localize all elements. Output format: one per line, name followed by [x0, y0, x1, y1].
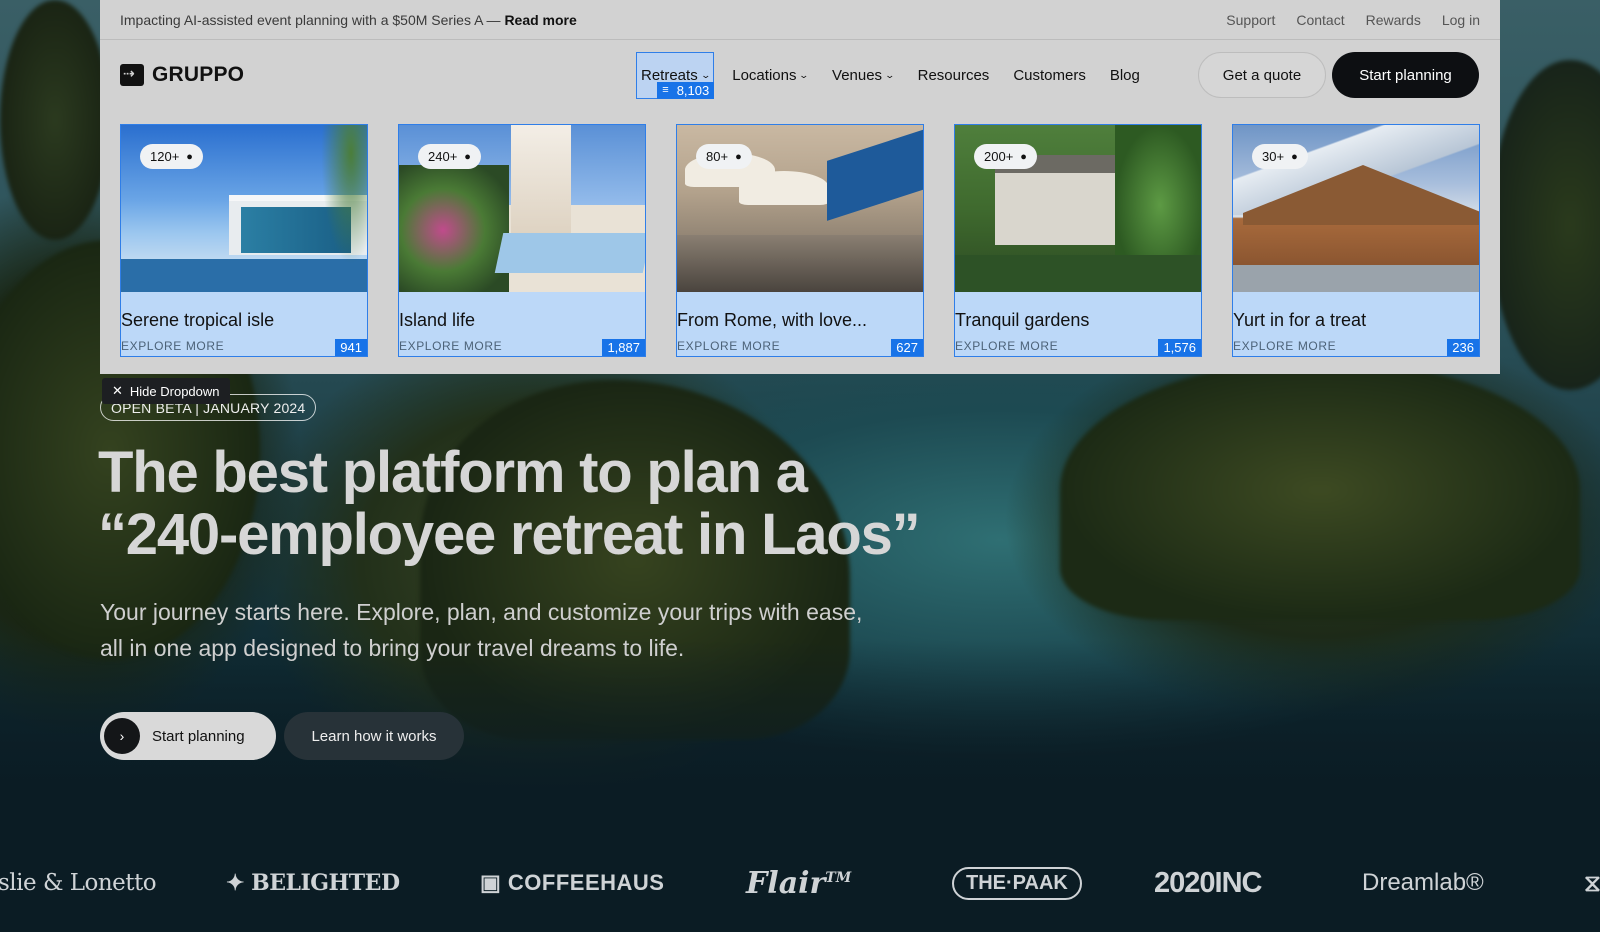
- start-planning-nav-button[interactable]: Start planning: [1332, 52, 1479, 98]
- retreat-image: 80+ ●: [677, 125, 923, 292]
- retreat-image: 30+ ●: [1233, 125, 1479, 292]
- capacity-value: 240+: [428, 149, 458, 164]
- brand-logo[interactable]: GRUPPO: [120, 63, 244, 87]
- announcement-message: Impacting AI-assisted event planning wit…: [120, 11, 505, 28]
- person-icon: ●: [464, 150, 471, 163]
- nav-item-retreats[interactable]: Retreats ⌄ ≡ 8,103: [636, 51, 715, 99]
- capacity-value: 200+: [984, 149, 1014, 164]
- capacity-value: 30+: [1262, 149, 1285, 164]
- learn-how-it-works-button[interactable]: Learn how it works: [284, 712, 464, 760]
- client-logo: slie & Lonetto: [0, 870, 157, 896]
- contact-link[interactable]: Contact: [1296, 12, 1344, 28]
- person-icon: ●: [1020, 150, 1027, 163]
- explore-more-link[interactable]: EXPLORE MORE: [1233, 339, 1336, 353]
- chevron-down-icon: ⌄: [700, 69, 711, 80]
- headline-line-1: The best platform to plan a: [98, 440, 808, 505]
- header-panel: Impacting AI-assisted event planning wit…: [100, 0, 1500, 374]
- retreat-count-badge: 1,887: [602, 339, 645, 356]
- capacity-badge: 80+ ●: [696, 144, 752, 169]
- capacity-value: 120+: [150, 149, 180, 164]
- nav-label-venues: Venues: [832, 66, 883, 84]
- retreats-dropdown: 120+ ● Serene tropical isle EXPLORE MORE…: [120, 124, 1480, 357]
- capacity-badge: 200+ ●: [974, 144, 1037, 169]
- explore-more-link[interactable]: EXPLORE MORE: [399, 339, 502, 353]
- nav-item-customers[interactable]: Customers: [1013, 67, 1086, 84]
- hide-dropdown-label: Hide Dropdown: [129, 383, 220, 399]
- close-icon: ✕: [112, 383, 123, 398]
- retreat-image: 200+ ●: [955, 125, 1201, 292]
- rewards-link[interactable]: Rewards: [1366, 12, 1421, 28]
- retreat-title: Yurt in for a treat: [1233, 310, 1367, 330]
- read-more-link[interactable]: Read more: [504, 12, 576, 28]
- retreat-image: 240+ ●: [399, 125, 645, 292]
- list-icon: ≡: [662, 84, 669, 96]
- main-nav: GRUPPO Retreats ⌄ ≡ 8,103 Locations ⌄ Ve…: [100, 40, 1500, 110]
- chevron-down-icon: ⌄: [798, 69, 810, 80]
- bag-icon: ▣: [480, 870, 502, 895]
- nav-item-locations[interactable]: Locations ⌄: [732, 66, 810, 84]
- nav-item-resources[interactable]: Resources: [918, 67, 990, 84]
- retreat-title: From Rome, with love...: [677, 310, 868, 330]
- person-icon: ●: [1291, 150, 1298, 163]
- retreat-count-badge: 627: [891, 339, 923, 356]
- retreat-count-badge: 236: [1447, 339, 1479, 356]
- retreats-count-badge: ≡ 8,103: [657, 81, 715, 99]
- explore-more-link[interactable]: EXPLORE MORE: [955, 339, 1058, 353]
- chevron-down-icon: ⌄: [884, 69, 896, 80]
- client-logo: Dreamlab®: [1362, 869, 1484, 896]
- hero-subtext: Your journey starts here. Explore, plan,…: [100, 599, 863, 661]
- announcement-bar: Impacting AI-assisted event planning wit…: [100, 0, 1500, 40]
- explore-more-link[interactable]: EXPLORE MORE: [677, 339, 780, 353]
- explore-more-link[interactable]: EXPLORE MORE: [121, 339, 224, 353]
- retreats-count: 8,103: [676, 82, 710, 98]
- gruppo-logo-icon: [120, 64, 144, 86]
- sparkle-icon: ✦: [226, 870, 244, 896]
- login-link[interactable]: Log in: [1442, 12, 1480, 28]
- retreat-card[interactable]: 240+ ● Island life EXPLORE MORE 1,887: [398, 124, 646, 357]
- retreat-count-badge: 941: [335, 339, 367, 356]
- client-logo: THE·PAAK: [952, 866, 1082, 900]
- nav-label-customers: Customers: [1013, 66, 1086, 84]
- capacity-badge: 30+ ●: [1252, 144, 1308, 169]
- brand-name: GRUPPO: [152, 63, 245, 86]
- nav-item-venues[interactable]: Venues ⌄: [832, 66, 896, 84]
- nav-menu: Retreats ⌄ ≡ 8,103 Locations ⌄ Venues ⌄ …: [636, 40, 1164, 110]
- announcement-text: Impacting AI-assisted event planning wit…: [120, 12, 577, 28]
- retreat-title: Serene tropical isle: [121, 310, 275, 330]
- start-planning-button[interactable]: › Start planning: [100, 712, 276, 760]
- client-logo: FlairTM: [746, 865, 852, 901]
- client-logo: 2020INC: [1154, 866, 1262, 899]
- retreat-card[interactable]: 30+ ● Yurt in for a treat EXPLORE MORE 2…: [1232, 124, 1480, 357]
- client-logo: ▣ COFFEEHAUS: [480, 870, 665, 895]
- utility-nav: Support Contact Rewards Log in: [1226, 12, 1480, 28]
- retreat-card[interactable]: 80+ ● From Rome, with love... EXPLORE MO…: [676, 124, 924, 357]
- headline-line-2: “240-employee retreat in Laos”: [98, 502, 921, 567]
- support-link[interactable]: Support: [1226, 12, 1275, 28]
- person-icon: ●: [186, 150, 193, 163]
- start-planning-label: Start planning: [152, 727, 245, 745]
- hide-dropdown-button[interactable]: ✕ Hide Dropdown: [102, 378, 230, 404]
- nav-label-blog: Blog: [1109, 66, 1140, 84]
- nav-label-resources: Resources: [917, 66, 990, 84]
- capacity-value: 80+: [706, 149, 729, 164]
- capacity-badge: 120+ ●: [140, 144, 203, 169]
- chevron-right-icon: ›: [104, 718, 140, 754]
- person-icon: ●: [735, 150, 742, 163]
- client-logos-strip: slie & Lonetto ✦ BELIGHTED ▣ COFFEEHAUS …: [0, 858, 1600, 908]
- retreat-card[interactable]: 200+ ● Tranquil gardens EXPLORE MORE 1,5…: [954, 124, 1202, 357]
- client-logo-partial: ⧖: [1584, 869, 1600, 897]
- hero-headline: The best platform to plan a “240-employe…: [98, 442, 998, 566]
- retreat-title: Tranquil gardens: [955, 310, 1090, 330]
- retreat-card[interactable]: 120+ ● Serene tropical isle EXPLORE MORE…: [120, 124, 368, 357]
- get-quote-button[interactable]: Get a quote: [1198, 52, 1326, 98]
- retreat-image: 120+ ●: [121, 125, 367, 292]
- capacity-badge: 240+ ●: [418, 144, 481, 169]
- nav-item-blog[interactable]: Blog: [1110, 67, 1140, 84]
- retreat-title: Island life: [399, 310, 476, 330]
- nav-label-locations: Locations: [732, 66, 797, 84]
- retreat-count-badge: 1,576: [1158, 339, 1201, 356]
- client-logo: ✦ BELIGHTED: [226, 870, 400, 896]
